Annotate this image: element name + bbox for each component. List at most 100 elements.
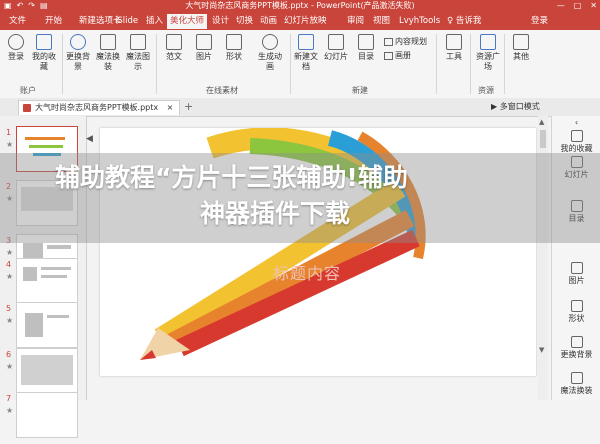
ribbon-divider xyxy=(470,34,471,94)
tools-icon xyxy=(446,34,462,50)
animation-star-icon: ★ xyxy=(6,140,14,149)
magic-diagram-button[interactable]: 魔法图示 xyxy=(124,33,152,72)
add-tab-button[interactable]: + xyxy=(184,100,193,113)
side-change-background-button[interactable]: 更换背景 xyxy=(552,336,600,360)
group-new: 新建 xyxy=(352,86,368,95)
tab-design[interactable]: 设计 xyxy=(209,14,232,29)
slide-number: 7 xyxy=(6,394,12,403)
slide-preview xyxy=(16,258,78,304)
ribbon-divider xyxy=(156,34,157,94)
resource-square-button[interactable]: 资源广场 xyxy=(474,33,502,72)
scroll-up-icon[interactable]: ▲ xyxy=(539,118,544,126)
title-bar: ▣ ↶ ↷ ▤ 大气时尚杂志风商务PPT模板.pptx - PowerPoint… xyxy=(0,0,600,11)
document-tab-strip: 大气时尚杂志风商务PPT模板.pptx × + ▶ 多窗口模式 xyxy=(0,98,600,117)
shape-button[interactable]: 形状 xyxy=(220,33,248,62)
tab-insert[interactable]: 插入 xyxy=(143,14,166,29)
tab-view[interactable]: 视图 xyxy=(370,14,393,29)
scroll-down-icon[interactable]: ▼ xyxy=(539,346,544,354)
slide-number: 6 xyxy=(6,350,12,359)
group-online-materials: 在线素材 xyxy=(206,86,238,95)
tell-me-search[interactable]: ♀ 告诉我 xyxy=(444,14,484,29)
ribbon-divider xyxy=(290,34,291,94)
animation-star-icon: ★ xyxy=(6,316,14,325)
image-button[interactable]: 图片 xyxy=(190,33,218,62)
shape-icon xyxy=(570,300,583,312)
tab-file[interactable]: 文件 xyxy=(6,14,29,29)
magic-swap-button[interactable]: 魔法换装 xyxy=(94,33,122,72)
sign-in-link[interactable]: 登录 xyxy=(528,14,551,29)
tools-button[interactable]: 工具 xyxy=(440,33,468,62)
tab-review[interactable]: 审阅 xyxy=(344,14,367,29)
content-plan-icon xyxy=(384,37,393,46)
document-tab[interactable]: 大气时尚杂志风商务PPT模板.pptx × xyxy=(18,100,181,115)
tab-beautify-master[interactable]: 美化大师 xyxy=(167,14,208,29)
window-controls: — □ ✕ xyxy=(557,0,597,11)
image-icon xyxy=(570,262,583,274)
user-icon xyxy=(8,34,24,50)
multi-window-mode-button[interactable]: ▶ 多窗口模式 xyxy=(491,101,540,112)
group-resource: 资源 xyxy=(478,86,494,95)
other-icon xyxy=(513,34,529,50)
tab-lvyhtools[interactable]: LvyhTools xyxy=(396,14,443,29)
ribbon-divider xyxy=(504,34,505,94)
image-icon xyxy=(196,34,212,50)
slide-number: 4 xyxy=(6,260,12,269)
magic-diagram-icon xyxy=(130,34,146,50)
new-document-button[interactable]: 新建文档 xyxy=(292,33,320,72)
toc-icon xyxy=(358,34,374,50)
album-icon xyxy=(384,51,393,60)
window-title: 大气时尚杂志风商务PPT模板.pptx - PowerPoint(产品激活失败) xyxy=(185,1,415,10)
content-plan-button[interactable]: 内容规划 xyxy=(384,36,427,47)
animation-icon xyxy=(262,34,278,50)
slide-subtitle[interactable]: 标题内容 xyxy=(273,260,341,284)
generate-animation-button[interactable]: 生成动画 xyxy=(256,33,284,72)
slide-number: 1 xyxy=(6,128,12,137)
animation-star-icon: ★ xyxy=(6,272,14,281)
ribbon-divider xyxy=(436,34,437,94)
scrollbar-thumb[interactable] xyxy=(540,130,546,148)
my-favorites-button[interactable]: 我的收藏 xyxy=(30,33,58,72)
ppt-file-icon xyxy=(23,104,31,112)
close-window-button[interactable]: ✕ xyxy=(590,0,597,11)
slides-button[interactable]: 幻灯片 xyxy=(322,33,350,62)
maximize-button[interactable]: □ xyxy=(574,0,582,11)
magic-swap-icon xyxy=(570,372,583,384)
close-tab-button[interactable]: × xyxy=(167,103,174,112)
change-background-button[interactable]: 更换背景 xyxy=(64,33,92,72)
ribbon-divider xyxy=(62,34,63,94)
tab-slideshow[interactable]: 幻灯片放映 xyxy=(281,14,330,29)
login-button[interactable]: 登录 xyxy=(2,33,30,62)
side-magic-swap-button[interactable]: 魔法换装 xyxy=(552,372,600,396)
watermark-line-2: 神器插件下载 xyxy=(200,199,351,228)
tab-islide[interactable]: iSlide xyxy=(112,14,141,29)
tab-animations[interactable]: 动画 xyxy=(257,14,280,29)
album-button[interactable]: 画册 xyxy=(384,50,411,61)
slides-icon xyxy=(328,34,344,50)
refresh-icon xyxy=(570,336,583,348)
resource-icon xyxy=(480,34,496,50)
side-shape-button[interactable]: 形状 xyxy=(552,300,600,324)
other-button[interactable]: 其他 xyxy=(507,33,535,62)
watermark-line-1: 辅助教程“方片十三张辅助!辅助 xyxy=(55,163,408,192)
slide-preview xyxy=(16,348,78,394)
animation-star-icon: ★ xyxy=(6,362,14,371)
tab-home[interactable]: 开始 xyxy=(42,14,65,29)
template-icon xyxy=(166,34,182,50)
side-favorites-button[interactable]: 我的收藏 xyxy=(552,130,600,154)
right-panel-expand-icon[interactable]: ‹ xyxy=(552,118,600,127)
favorites-icon xyxy=(570,130,583,142)
slide-thumbnail[interactable]: 5 ★ xyxy=(4,302,84,354)
refresh-icon xyxy=(70,34,86,50)
toc-button[interactable]: 目录 xyxy=(352,33,380,62)
favorites-icon xyxy=(36,34,52,50)
minimize-button[interactable]: — xyxy=(557,0,565,11)
animation-star-icon: ★ xyxy=(6,248,14,257)
template-button[interactable]: 范文 xyxy=(160,33,188,62)
slide-preview xyxy=(16,302,78,348)
magic-swap-icon xyxy=(100,34,116,50)
tab-transitions[interactable]: 切换 xyxy=(233,14,256,29)
collapse-panel-icon[interactable]: ◀ xyxy=(86,134,93,144)
slide-number: 5 xyxy=(6,304,12,313)
ribbon: 登录 我的收藏 账户 更换背景 魔法换装 魔法图示 范文 图片 形状 生成动画 … xyxy=(0,30,600,99)
side-image-button[interactable]: 图片 xyxy=(552,262,600,286)
